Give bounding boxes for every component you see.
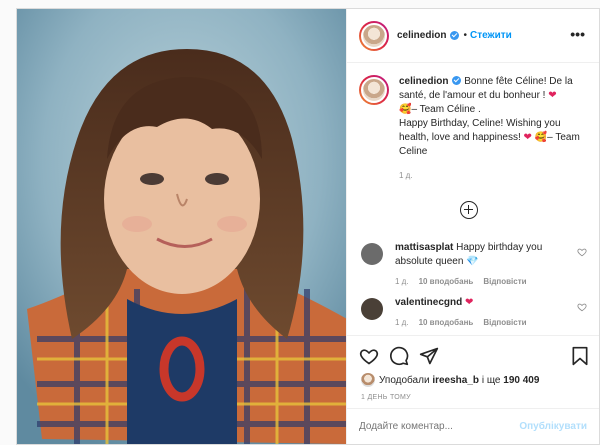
comment-avatar[interactable] [361,243,383,265]
comment-input[interactable] [359,421,520,432]
caption-time[interactable]: 1 д. [399,169,589,183]
instagram-post: celinedion • Стежити ••• celinedion Bonn… [16,8,600,445]
post-actions: Уподобали ireesha_b і ще 190 409 1 ДЕНЬ … [347,335,599,405]
author-username[interactable]: celinedion [397,30,446,41]
add-comment-bar: Опублікувати [347,408,599,444]
comment-avatar[interactable] [361,298,383,320]
caption-username[interactable]: celinedion [399,76,448,87]
comment-reply-button[interactable]: Відповісти [483,316,526,330]
like-heart-icon[interactable] [359,346,379,366]
comment-like-heart-icon[interactable] [577,302,587,312]
red-heart-emoji-icon-3: ❤ [465,297,474,308]
likes-summary: Уподобали ireesha_b і ще 190 409 [361,373,539,387]
comment-bubble-icon[interactable] [389,346,409,366]
more-options-icon[interactable]: ••• [570,26,585,42]
caption-avatar[interactable] [359,75,389,105]
load-more-comments-icon[interactable] [460,201,478,219]
likes-count[interactable]: 190 409 [503,375,539,386]
likes-middle: і ще [481,374,501,386]
liker-avatar[interactable] [361,373,375,387]
comment-item: mattisasplat Happy birthday you absolute… [361,241,587,289]
post-sidebar: celinedion • Стежити ••• celinedion Bonn… [347,9,599,444]
verified-badge-icon [450,31,460,40]
comment-like-heart-icon[interactable] [577,247,587,257]
comment-username[interactable]: valentinecgnd [395,297,462,308]
comment-time[interactable]: 1 д. [395,316,409,330]
separator-dot: • [463,30,467,41]
post-photo-image [17,9,346,444]
comment-likes[interactable]: 10 вподобань [419,316,474,330]
publish-button[interactable]: Опублікувати [519,421,587,432]
post-photo[interactable] [17,9,347,444]
caption-team-fr: – Team Céline . [411,104,481,115]
red-heart-emoji-icon-2: ❤ [523,132,532,143]
likes-prefix: Уподобали [379,374,430,386]
comment-reply-button[interactable]: Відповісти [483,275,526,289]
post-header: celinedion • Стежити ••• [347,9,599,63]
smiling-face-emoji-icon: 🥰 [399,104,412,115]
post-caption: celinedion Bonne fête Céline! De la sant… [359,75,589,183]
bookmark-save-icon[interactable] [571,346,589,366]
comment-time[interactable]: 1 д. [395,275,409,289]
author-avatar[interactable] [359,20,389,51]
comment-username[interactable]: mattisasplat [395,242,453,253]
comment-item: valentinecgnd ❤ 1 д. 10 вподобань Відпов… [361,296,587,330]
diamond-emoji-icon: 💎 [466,256,479,267]
share-send-icon[interactable] [419,346,439,366]
red-heart-emoji-icon: ❤ [548,90,557,101]
caption-verified-icon [452,76,462,85]
smiling-face-emoji-icon-2: 🥰 [534,132,548,143]
posted-ago[interactable]: 1 ДЕНЬ ТОМУ [361,394,411,401]
comment-likes[interactable]: 10 вподобань [419,275,474,289]
likes-user[interactable]: ireesha_b [432,375,479,386]
follow-button[interactable]: Стежити [470,30,512,41]
